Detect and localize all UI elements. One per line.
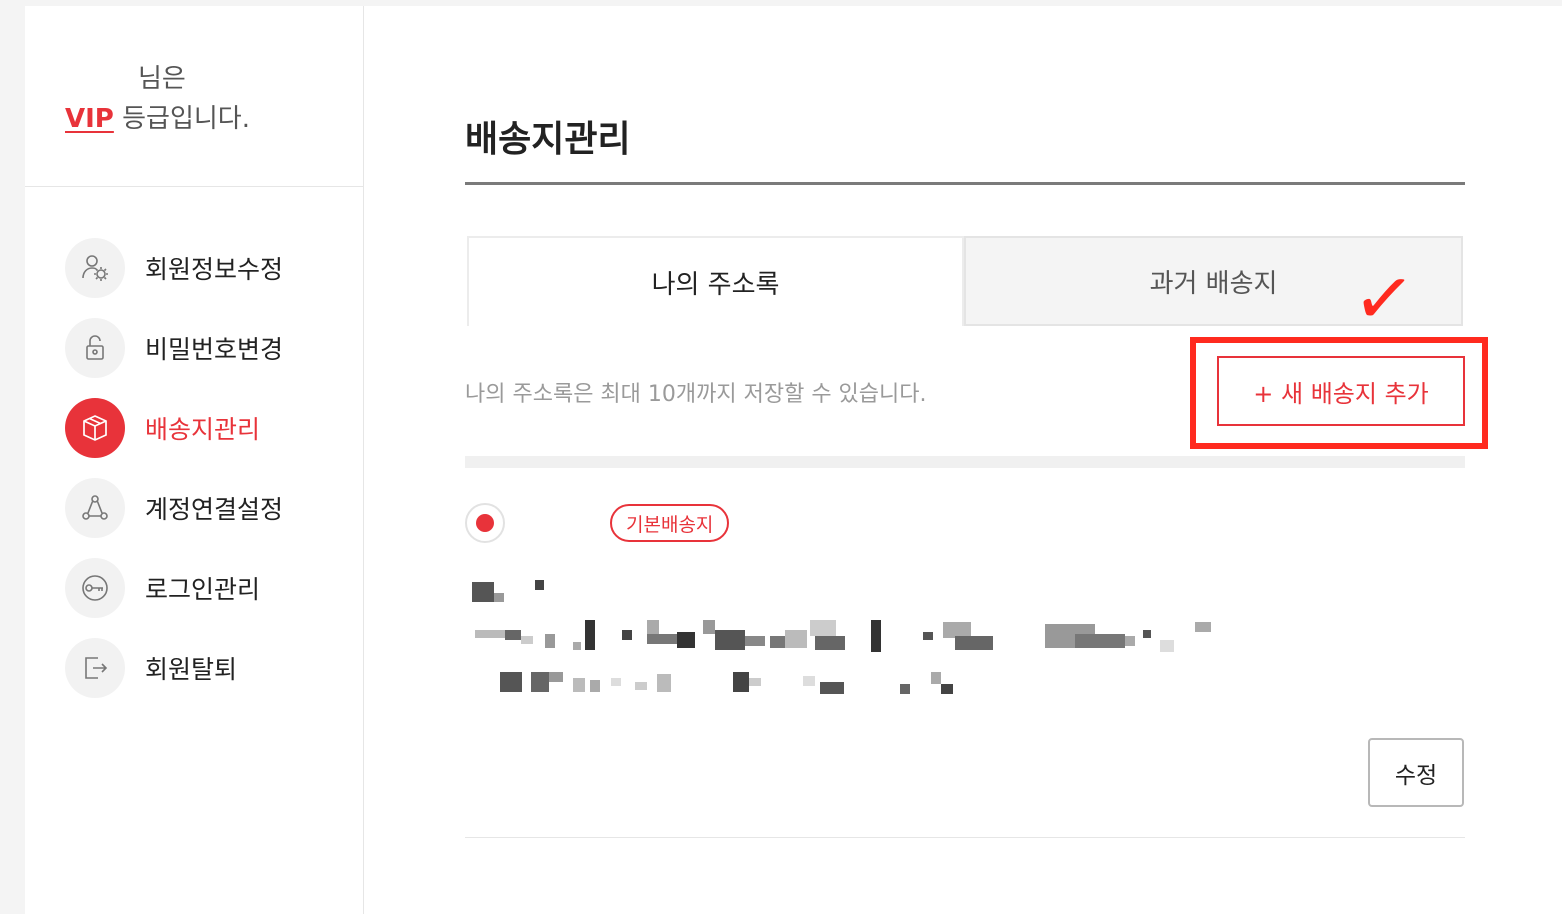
sidebar-item-label: 회원탈퇴 [145,655,238,684]
sidebar-item-login-manage[interactable]: 로그인관리 [65,558,355,618]
default-address-radio[interactable] [465,503,505,543]
member-grade-line: VIP 등급입니다. [65,98,250,135]
grade-suffix: 등급입니다. [122,104,250,134]
list-divider [465,456,1465,468]
page-title: 배송지관리 [465,119,631,160]
sidebar-item-shipping[interactable]: 배송지관리 [65,398,355,458]
box-icon [65,398,125,458]
edit-address-button[interactable]: 수정 [1368,738,1464,807]
address-limit-notice: 나의 주소록은 최대 10개까지 저장할 수 있습니다. [465,382,927,407]
sidebar-item-change-password[interactable]: 비밀번호변경 [65,318,355,378]
sidebar-item-label: 배송지관리 [145,415,261,444]
key-icon [65,558,125,618]
tab-my-addresses[interactable]: 나의 주소록 [467,236,964,326]
sidebar-item-account-link[interactable]: 계정연결설정 [65,478,355,538]
member-info: 님은 VIP 등급입니다. [25,6,364,187]
sidebar-item-label: 로그인관리 [145,575,261,604]
page: 님은 VIP 등급입니다. 회원정보수정 비밀번호변경 배송지관리 계정연결설정… [25,6,1562,914]
link-nodes-icon [65,478,125,538]
unlock-icon [65,318,125,378]
exit-icon [65,638,125,698]
sidebar: 님은 VIP 등급입니다. 회원정보수정 비밀번호변경 배송지관리 계정연결설정… [25,6,364,914]
card-divider [465,837,1465,838]
user-gear-icon [65,238,125,298]
radio-selected-dot [476,514,494,532]
sidebar-item-label: 계정연결설정 [145,495,284,524]
default-address-badge: 기본배송지 [610,504,730,542]
sidebar-item-label: 회원정보수정 [145,255,284,284]
grade-link[interactable]: VIP [65,104,114,134]
sidebar-item-edit-profile[interactable]: 회원정보수정 [65,238,355,298]
annotation-checkmark: ✓ [1348,252,1420,346]
sidebar-item-label: 비밀번호변경 [145,335,284,364]
sidebar-item-withdraw[interactable]: 회원탈퇴 [65,638,355,698]
member-suffix: 님은 [138,64,186,94]
title-divider [465,182,1465,185]
add-address-button[interactable]: + 새 배송지 추가 [1217,356,1465,426]
